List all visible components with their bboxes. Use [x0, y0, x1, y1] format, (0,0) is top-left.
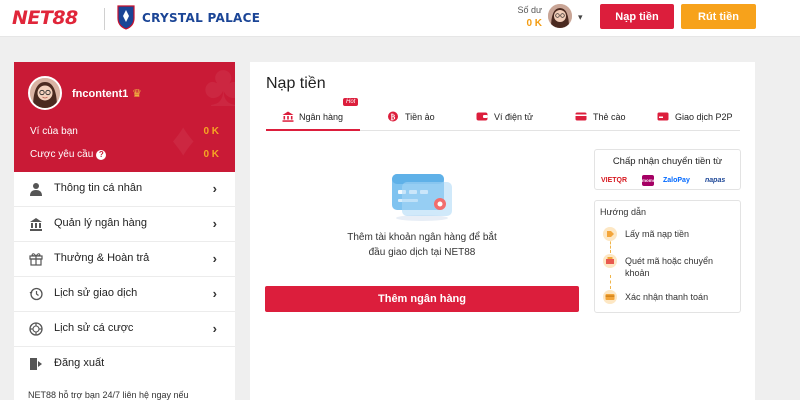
- menu-item-label: Quản lý ngân hàng: [54, 217, 147, 229]
- menu-item-label: Lịch sử giao dịch: [54, 287, 138, 299]
- crypto-icon: ₿: [388, 111, 398, 122]
- profile-card: ♣ ♦ fncontent1 ♛ Ví của bạn 0 K Cược yêu…: [14, 62, 235, 172]
- logout-icon: [30, 358, 42, 370]
- account-sidebar: ♣ ♦ fncontent1 ♛ Ví của bạn 0 K Cược yêu…: [14, 62, 235, 400]
- ewallet-icon: [476, 112, 488, 121]
- chevron-right-icon: ›: [212, 321, 217, 336]
- crystal-palace-crest-icon: [117, 5, 135, 30]
- profile-avatar: [28, 76, 62, 110]
- bet-requirement-label: Cược yêu cầu: [30, 149, 94, 160]
- tab-label: Giao dịch P2P: [675, 112, 733, 122]
- tab-scratch-card[interactable]: Thẻ cào: [575, 104, 635, 131]
- menu-item-label: Thưởng & Hoàn trả: [54, 252, 150, 264]
- card-suit-decoration: ♣: [203, 62, 235, 119]
- menu-item-label: Đăng xuất: [54, 357, 105, 369]
- zalopay-logo: ZaloPay: [663, 177, 690, 184]
- menu-item-profile[interactable]: Thông tin cá nhân ›: [14, 172, 235, 207]
- hot-badge: Hot: [343, 98, 359, 106]
- napas-logo: napas: [705, 177, 726, 184]
- deposit-button[interactable]: Nạp tiền: [600, 4, 674, 29]
- tab-label: Ví điện tử: [494, 112, 534, 122]
- help-icon[interactable]: ?: [96, 150, 107, 160]
- bet-requirement-row: Cược yêu cầu?: [30, 149, 107, 160]
- chevron-right-icon: ›: [212, 216, 217, 231]
- tab-p2p[interactable]: Giao dịch P2P: [657, 104, 740, 131]
- menu-item-bet-history[interactable]: Lịch sử cá cược ›: [14, 312, 235, 347]
- tab-crypto[interactable]: ₿ Tiền ảo: [387, 104, 447, 131]
- crown-icon: ♛: [132, 88, 142, 100]
- chevron-right-icon: ›: [212, 181, 217, 196]
- chip-icon: [29, 322, 43, 336]
- avatar[interactable]: [548, 4, 572, 28]
- chevron-right-icon: ›: [212, 251, 217, 266]
- empty-state-line: đầu giao dịch tại NET88: [368, 247, 476, 258]
- username: fncontent1: [72, 88, 129, 100]
- tab-bank[interactable]: Ngân hàng Hot: [266, 98, 360, 131]
- tab-label: Thẻ cào: [593, 112, 626, 122]
- logo-divider: [104, 8, 105, 30]
- guide-step-label: Quét mã hoặc chuyển khoản: [625, 256, 714, 278]
- card-icon: [575, 112, 587, 121]
- wallet-label: Ví của bạn: [30, 126, 78, 137]
- gift-icon: [29, 253, 43, 266]
- menu-item-label: Lịch sử cá cược: [54, 322, 134, 334]
- top-header: NET88 CRYSTAL PALACE Số dư 0 K ▾ Nạp tiề…: [0, 0, 800, 37]
- step-connector: [610, 275, 611, 289]
- tag-icon: [603, 227, 617, 241]
- p2p-icon: [657, 112, 669, 121]
- tab-label: Ngân hàng: [299, 112, 344, 122]
- chevron-down-icon[interactable]: ▾: [578, 12, 583, 23]
- accepted-transfers-box: Chấp nhận chuyển tiền từ VIETQR momo Zal…: [594, 149, 741, 190]
- bet-requirement-value: 0 K: [203, 149, 219, 160]
- bank-card-illustration: [392, 174, 452, 221]
- tab-ewallet[interactable]: Ví điện tử: [476, 104, 546, 131]
- net88-logo[interactable]: NET88: [12, 7, 78, 29]
- deposit-guide-box: Hướng dẫn Lấy mã nạp tiền Quét mã hoặc c…: [594, 200, 741, 313]
- empty-state-line: Thêm tài khoản ngân hàng để bắt: [347, 232, 497, 243]
- bank-icon: [282, 111, 294, 122]
- menu-item-logout[interactable]: Đăng xuất: [14, 347, 235, 382]
- guide-title: Hướng dẫn: [600, 207, 646, 217]
- history-icon: [29, 287, 43, 301]
- menu-item-transaction-history[interactable]: Lịch sử giao dịch ›: [14, 277, 235, 312]
- support-text: NET88 hỗ trợ bạn 24/7 liên hệ ngay nếu: [28, 390, 189, 400]
- guide-step-label: Lấy mã nạp tiền: [625, 229, 690, 239]
- card-suit-decoration: ♦: [171, 113, 195, 165]
- menu-item-bank-management[interactable]: Quản lý ngân hàng ›: [14, 207, 235, 242]
- menu-item-label: Thông tin cá nhân: [54, 182, 143, 194]
- account-menu: Thông tin cá nhân › Quản lý ngân hàng › …: [14, 172, 235, 382]
- empty-state-message: Thêm tài khoản ngân hàng để bắt đầu giao…: [332, 230, 512, 260]
- svg-text:₿: ₿: [391, 113, 396, 121]
- scan-icon: [603, 254, 617, 268]
- accepted-transfers-title: Chấp nhận chuyển tiền từ: [612, 156, 723, 167]
- payment-method-tabs: Ngân hàng Hot ₿ Tiền ảo Ví điện tử Thẻ c…: [266, 98, 740, 131]
- chevron-right-icon: ›: [212, 286, 217, 301]
- vietqr-logo: VIETQR: [601, 177, 628, 184]
- add-bank-button[interactable]: Thêm ngân hàng: [265, 286, 579, 312]
- page-title: Nạp tiền: [266, 75, 326, 92]
- momo-logo: momo: [642, 175, 654, 186]
- confirm-payment-icon: [603, 290, 617, 304]
- tab-label: Tiền ảo: [405, 112, 435, 122]
- withdraw-button[interactable]: Rút tiền: [681, 4, 756, 29]
- menu-item-rewards[interactable]: Thưởng & Hoàn trả ›: [14, 242, 235, 277]
- bank-icon: [30, 218, 42, 231]
- wallet-value: 0 K: [203, 126, 219, 137]
- balance-value: 0 K: [526, 18, 542, 29]
- deposit-panel: Nạp tiền Ngân hàng Hot ₿ Tiền ảo Ví điện…: [250, 62, 755, 400]
- partner-name: CRYSTAL PALACE: [142, 11, 261, 25]
- balance-label: Số dư: [517, 5, 542, 15]
- payment-logos: VIETQR momo ZaloPay napas: [601, 175, 737, 186]
- guide-step-label: Xác nhận thanh toán: [625, 292, 709, 302]
- user-icon: [30, 183, 42, 196]
